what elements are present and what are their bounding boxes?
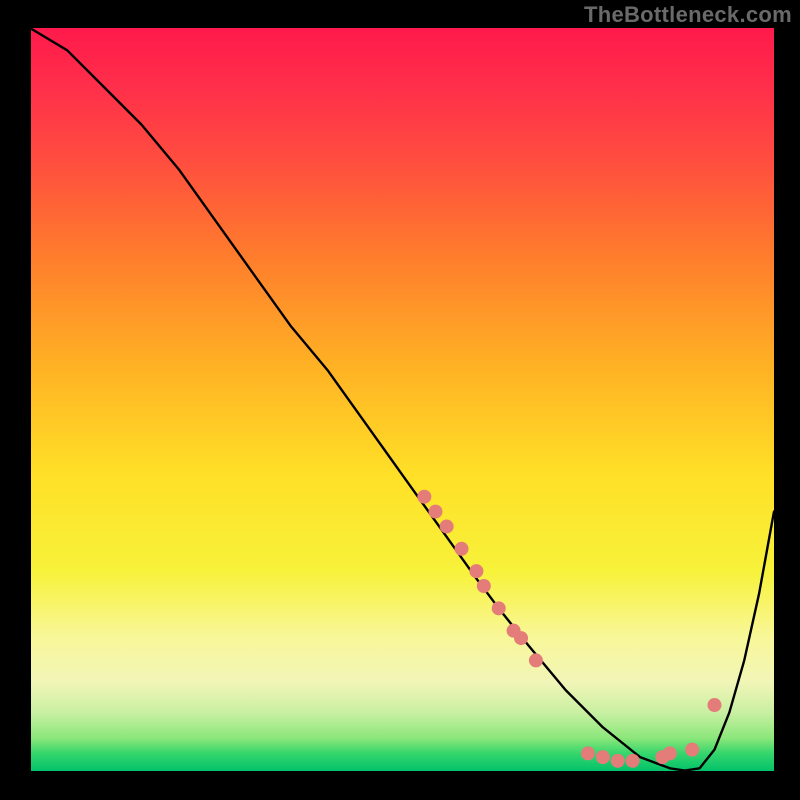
data-marker <box>514 631 528 645</box>
data-marker <box>626 754 640 768</box>
data-marker <box>529 653 543 667</box>
data-marker <box>477 579 491 593</box>
data-marker <box>469 564 483 578</box>
data-marker <box>428 505 442 519</box>
data-marker <box>455 542 469 556</box>
watermark-text: TheBottleneck.com <box>584 2 792 28</box>
data-marker <box>707 698 721 712</box>
data-marker <box>685 743 699 757</box>
data-marker <box>417 490 431 504</box>
data-marker <box>663 746 677 760</box>
data-marker <box>492 601 506 615</box>
chart-background <box>30 28 774 772</box>
data-marker <box>440 519 454 533</box>
data-marker <box>611 754 625 768</box>
data-marker <box>596 750 610 764</box>
bottleneck-chart <box>30 28 774 772</box>
data-marker <box>581 746 595 760</box>
